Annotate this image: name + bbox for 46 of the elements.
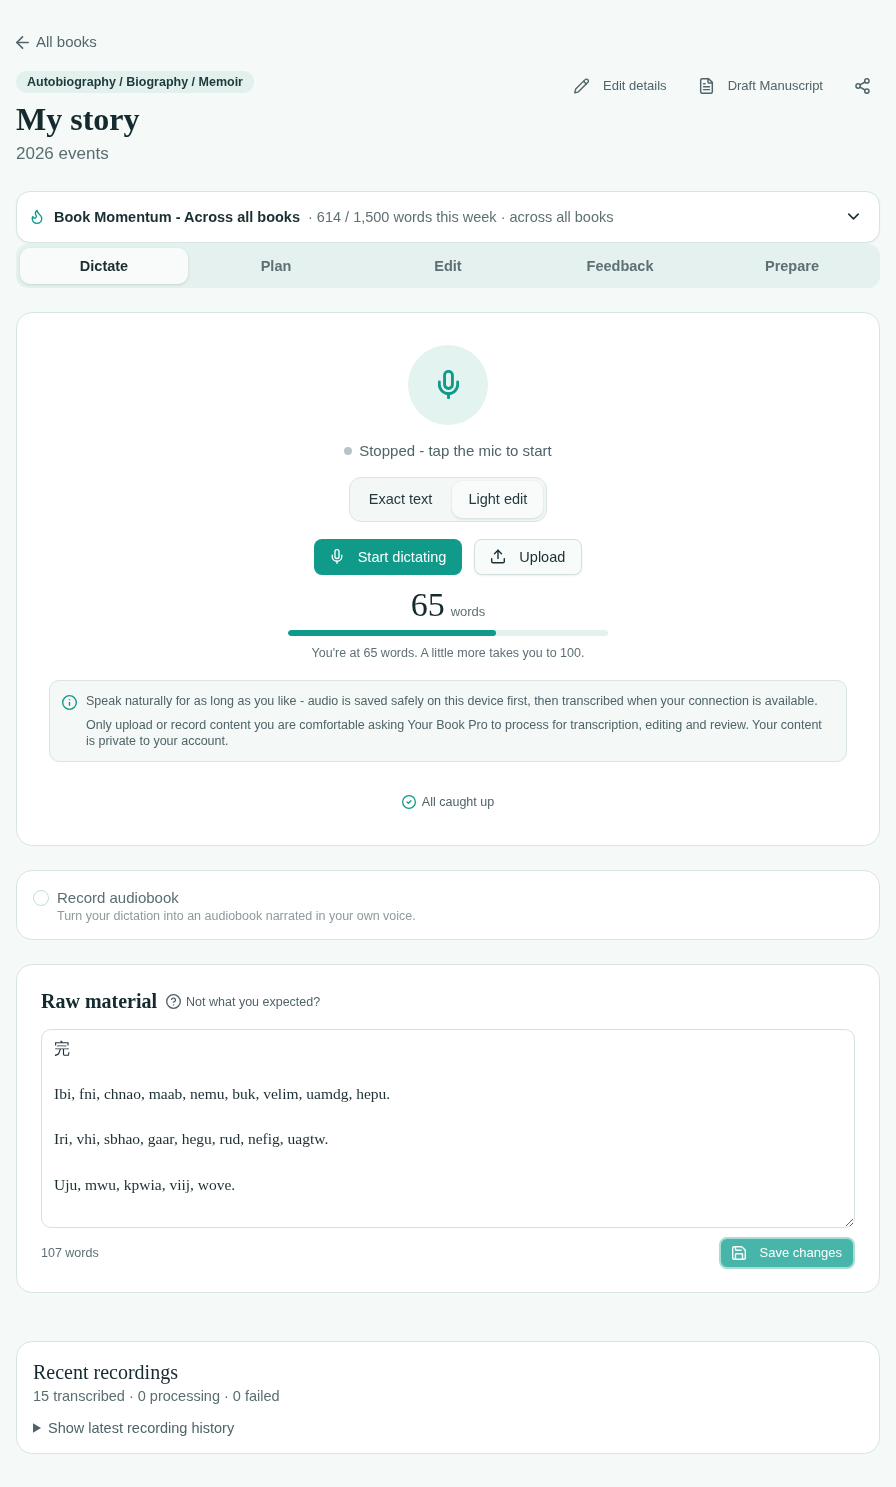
tab[interactable]: Prepare — [708, 247, 876, 284]
tab[interactable]: Edit — [364, 247, 532, 284]
mode-option[interactable]: Exact text — [352, 480, 449, 518]
word-count: 107 words — [41, 1245, 99, 1260]
upload-button[interactable]: Upload — [474, 538, 583, 575]
upload-icon — [491, 549, 506, 564]
start-dictating-button[interactable]: Start dictating — [313, 538, 463, 575]
draft-manuscript-button[interactable]: Draft Manuscript — [688, 70, 833, 101]
tab[interactable]: Dictate — [20, 247, 188, 284]
momentum-summary: · 614 / 1,500 words this week · across all books — [308, 208, 614, 225]
save-icon — [731, 1245, 746, 1260]
help-link[interactable]: Not what you expected? — [166, 994, 321, 1009]
word-count: 65 — [410, 587, 445, 622]
document-icon — [698, 77, 714, 94]
section-title: Raw material — [41, 990, 158, 1013]
info-icon — [62, 694, 77, 710]
microphone-icon — [329, 549, 344, 564]
page-subtitle: 2026 events — [16, 142, 109, 165]
arrow-left-icon — [16, 35, 29, 49]
sync-status: All caught up — [421, 794, 495, 809]
back-link[interactable]: All books — [16, 32, 97, 52]
audiobook-title: Record audiobook — [57, 887, 180, 908]
section-title: Recent recordings — [33, 1359, 179, 1384]
flame-icon — [31, 209, 43, 224]
audiobook-description: Turn your dictation into an audiobook narrated in your own voice. — [57, 907, 416, 924]
help-icon — [166, 994, 182, 1009]
word-count-unit: words — [450, 603, 486, 619]
page-title: My story — [16, 100, 140, 137]
tab[interactable]: Feedback — [536, 247, 704, 284]
momentum-title: Book Momentum - Across all books — [54, 208, 300, 225]
mode-option[interactable]: Light edit — [452, 480, 544, 518]
check-circle-icon — [401, 794, 416, 809]
share-icon — [855, 77, 870, 94]
edit-details-button[interactable]: Edit details — [564, 70, 677, 101]
history-toggle[interactable]: Show latest recording history — [33, 1417, 235, 1438]
info-text: Speak naturally for as long as you like - audio is saved safely on this device first, then transcribed when your connection is available. — [86, 692, 819, 709]
recordings-summary: 15 transcribed · 0 processing · 0 failed — [33, 1386, 281, 1406]
info-text: Only upload or record content you are comfortable asking Your Book Pro to process for transcription, editing and review. Your content is private to your account. — [86, 716, 823, 749]
genre-tag: Autobiography / Biography / Memoir — [16, 70, 254, 93]
tab[interactable]: Plan — [192, 247, 360, 284]
microphone-icon — [437, 370, 459, 399]
raw-material-field[interactable]: 完 Ibi, fni, chnao, maab, nemu, buk, velim, uamdg, hepu. Iri, vhi, sbhao, gaar, hegu, rud, nefig, uagtw. Uju, mwu, kpwia, viij, wove. — [41, 1028, 855, 1228]
status-text: Stopped - tap the mic to start — [359, 442, 552, 459]
radio-button[interactable] — [33, 889, 49, 906]
pencil-icon — [574, 77, 590, 94]
progress-note: You're at 65 words. A little more takes you to 100. — [311, 644, 585, 661]
